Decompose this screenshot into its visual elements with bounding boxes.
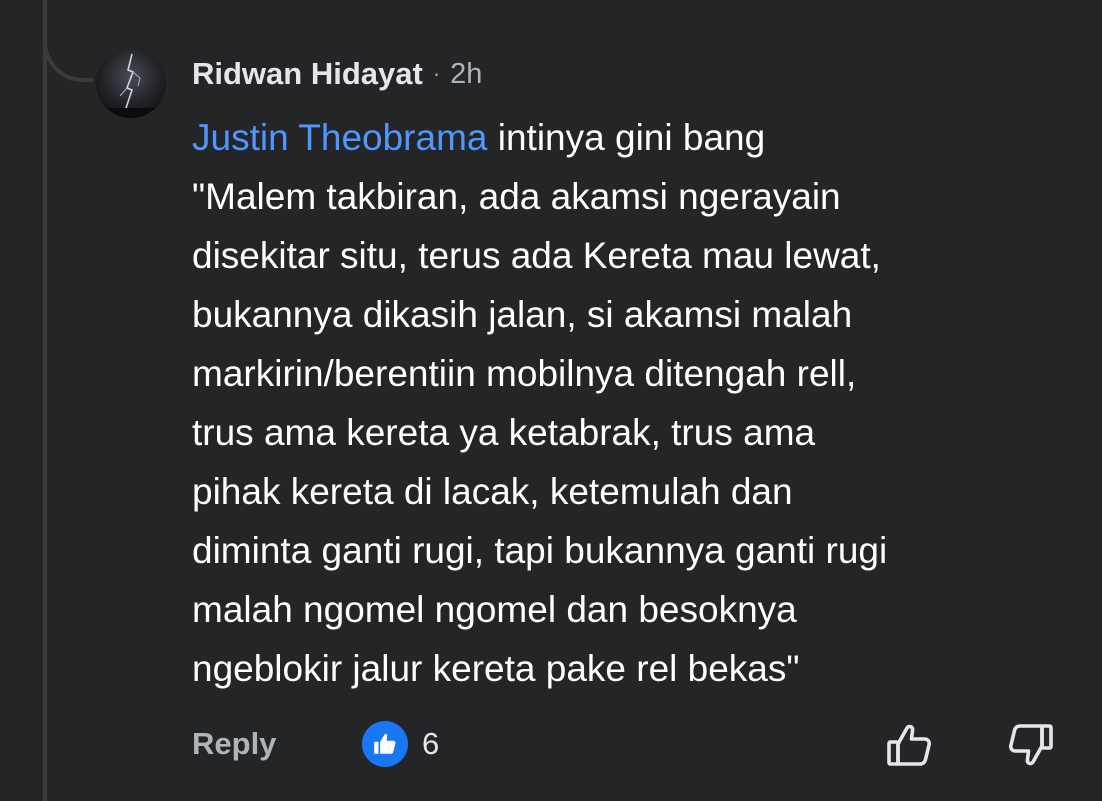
avatar-image bbox=[96, 48, 166, 118]
comment-line: pihak kereta di lacak, ketemulah dan bbox=[192, 471, 793, 512]
comment-line: trus ama kereta ya ketabrak, trus ama bbox=[192, 412, 816, 453]
reply-button[interactable]: Reply bbox=[192, 726, 276, 762]
author-name[interactable]: Ridwan Hidayat bbox=[192, 56, 423, 92]
comment-line: diminta ganti rugi, tapi bukannya ganti … bbox=[192, 530, 888, 571]
comment-line: markirin/berentiin mobilnya ditengah rel… bbox=[192, 353, 857, 394]
comment-line: Justin Theobrama intinya gini bang bbox=[192, 108, 1082, 167]
mention-link[interactable]: Justin Theobrama bbox=[192, 117, 487, 158]
comment-line: malah ngomel ngomel dan besoknya bbox=[192, 589, 797, 630]
thumbs-down-outline-icon bbox=[1008, 724, 1053, 766]
comment-text: intinya gini bang bbox=[487, 117, 766, 158]
thread-line bbox=[43, 0, 47, 801]
upvote-button[interactable] bbox=[886, 722, 934, 773]
comment-line: "Malem takbiran, ada akamsi ngerayain bbox=[192, 176, 841, 217]
thumbs-up-icon bbox=[374, 733, 396, 754]
timestamp[interactable]: 2h bbox=[450, 58, 482, 91]
header-separator: · bbox=[432, 61, 441, 86]
comment-line: bukannya dikasih jalan, si akamsi malah bbox=[192, 294, 853, 335]
like-reaction-badge[interactable] bbox=[362, 721, 408, 767]
thumbs-up-outline-icon bbox=[887, 724, 932, 766]
comment-body: Justin Theobrama intinya gini bang "Male… bbox=[192, 108, 1082, 698]
comment-header: Ridwan Hidayat · 2h bbox=[192, 54, 482, 94]
like-count: 6 bbox=[422, 726, 440, 761]
downvote-button[interactable] bbox=[1006, 722, 1054, 773]
thread-connector bbox=[43, 0, 93, 82]
comment-actions: Reply 6 bbox=[192, 720, 1062, 770]
comment-line: disekitar situ, terus ada Kereta mau lew… bbox=[192, 235, 881, 276]
comment-line: ngeblokir jalur kereta pake rel bekas" bbox=[192, 648, 800, 689]
avatar[interactable] bbox=[96, 48, 166, 118]
